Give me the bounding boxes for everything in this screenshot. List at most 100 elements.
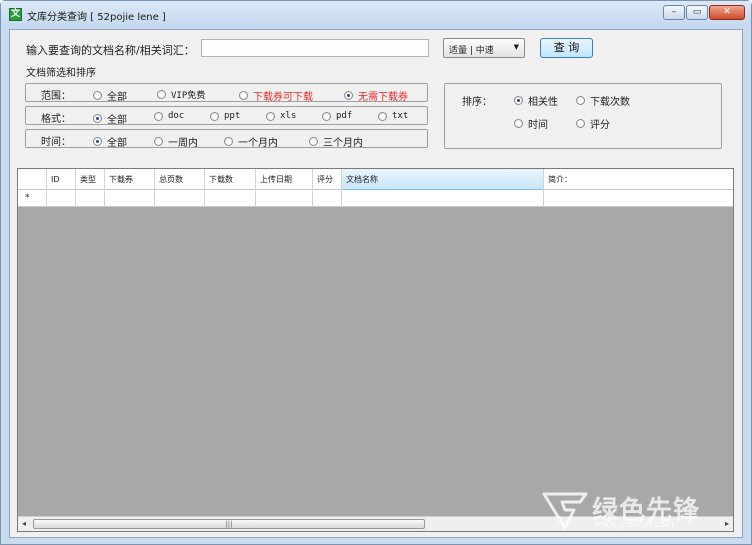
sort-option-label: 相关性 — [528, 97, 558, 108]
range-option-coupon[interactable]: 下载券可下载 — [239, 88, 313, 103]
sort-option-rating[interactable]: 评分 — [576, 116, 610, 131]
format-option-doc[interactable]: doc — [154, 111, 184, 121]
results-grid[interactable]: ID 类型 下载券 总页数 下载数 上传日期 评分 文档名称 简介： * ◂ |… — [17, 168, 734, 532]
radio-icon — [322, 111, 331, 121]
cell-id[interactable] — [47, 190, 76, 207]
column-header-pages[interactable]: 总页数 — [155, 169, 205, 190]
column-header-downloads[interactable]: 下载数 — [205, 169, 256, 190]
column-header-rating[interactable]: 评分 — [313, 169, 342, 190]
time-option-label: 一个月内 — [238, 138, 278, 149]
cell-type[interactable] — [76, 190, 105, 207]
radio-icon — [224, 137, 233, 146]
cell-doc-name[interactable] — [342, 190, 544, 207]
time-option-week[interactable]: 一周内 — [154, 134, 198, 149]
sort-option-label: 评分 — [590, 120, 610, 131]
sort-option-downloads[interactable]: 下载次数 — [576, 93, 630, 108]
format-filter-group: 格式： 全部 doc ppt xls pdf txt — [25, 106, 428, 126]
range-label: 范围： — [41, 91, 71, 102]
time-filter-group: 时间： 全部 一周内 一个月内 三个月内 — [25, 129, 428, 149]
format-option-label: xls — [280, 111, 297, 121]
grid-header: ID 类型 下载券 总页数 下载数 上传日期 评分 文档名称 简介： — [18, 169, 733, 190]
format-option-ppt[interactable]: ppt — [210, 111, 240, 121]
time-option-all[interactable]: 全部 — [93, 134, 127, 149]
minimize-button[interactable]: – — [663, 5, 685, 20]
row-header[interactable]: * — [18, 190, 47, 207]
range-option-vip-free[interactable]: VIP免费 — [157, 88, 205, 101]
title-bar[interactable]: 文 文库分类查询 [ 52pojie lene ] – ▭ ✕ — [1, 1, 751, 28]
format-option-label: pdf — [336, 111, 353, 121]
radio-icon — [576, 119, 585, 128]
sort-option-label: 时间 — [528, 120, 548, 131]
radio-icon — [154, 137, 163, 146]
sort-option-time[interactable]: 时间 — [514, 116, 548, 131]
speed-select[interactable]: 适量 | 中速 ▼ — [443, 38, 525, 58]
row-header-corner[interactable] — [18, 169, 47, 190]
time-option-label: 全部 — [107, 138, 127, 149]
range-filter-group: 范围： 全部 VIP免费 下载券可下载 无需下载券 — [25, 83, 428, 103]
filter-section-title: 文档筛选和排序 — [26, 68, 96, 79]
column-header-type[interactable]: 类型 — [76, 169, 105, 190]
sort-group: 排序： 相关性 下载次数 时间 评分 — [444, 83, 722, 149]
cell-downloads[interactable] — [205, 190, 256, 207]
radio-icon — [210, 111, 219, 121]
column-header-id[interactable]: ID — [47, 169, 76, 190]
range-option-label: VIP免费 — [171, 91, 206, 101]
format-label: 格式： — [41, 114, 71, 125]
table-row[interactable]: * — [18, 190, 733, 207]
radio-icon — [309, 137, 318, 146]
range-option-label: 全部 — [107, 92, 127, 103]
radio-icon — [266, 111, 275, 121]
time-option-label: 三个月内 — [323, 138, 363, 149]
scroll-thumb[interactable]: ||| — [33, 519, 425, 529]
app-window: 文 文库分类查询 [ 52pojie lene ] – ▭ ✕ 输入要查询的文档… — [0, 0, 752, 545]
radio-icon — [344, 91, 353, 100]
scroll-right-icon[interactable]: ▸ — [725, 519, 729, 528]
time-label: 时间： — [41, 137, 71, 148]
format-option-all[interactable]: 全部 — [93, 111, 127, 126]
window-title: 文库分类查询 [ 52pojie lene ] — [27, 12, 166, 23]
range-option-label: 下载券可下载 — [253, 92, 313, 103]
chevron-down-icon: ▼ — [513, 43, 519, 51]
radio-icon — [239, 91, 248, 100]
query-input[interactable] — [201, 39, 429, 57]
column-header-summary[interactable]: 简介： — [544, 169, 733, 190]
range-option-no-coupon[interactable]: 无需下载券 — [344, 88, 408, 103]
time-option-label: 一周内 — [168, 138, 198, 149]
main-panel: 输入要查询的文档名称/相关词汇： 适量 | 中速 ▼ 查 询 文档筛选和排序 范… — [9, 29, 743, 538]
query-button[interactable]: 查 询 — [540, 38, 593, 58]
format-option-label: 全部 — [107, 115, 127, 126]
sort-label: 排序： — [462, 97, 492, 108]
range-option-all[interactable]: 全部 — [93, 88, 127, 103]
speed-select-value: 适量 | 中速 — [449, 46, 494, 56]
column-header-doc-name[interactable]: 文档名称 — [342, 169, 544, 190]
format-option-txt[interactable]: txt — [378, 111, 408, 121]
format-option-label: txt — [392, 111, 409, 121]
cell-upload-date[interactable] — [256, 190, 313, 207]
sort-option-label: 下载次数 — [590, 97, 630, 108]
column-header-coupon[interactable]: 下载券 — [105, 169, 155, 190]
cell-pages[interactable] — [155, 190, 205, 207]
radio-icon — [514, 119, 523, 128]
format-option-label: doc — [168, 111, 185, 121]
maximize-button[interactable]: ▭ — [686, 5, 708, 20]
time-option-three-months[interactable]: 三个月内 — [309, 134, 363, 149]
radio-icon — [157, 90, 166, 99]
column-header-upload-date[interactable]: 上传日期 — [256, 169, 313, 190]
query-label: 输入要查询的文档名称/相关词汇： — [26, 44, 195, 57]
sort-option-relevance[interactable]: 相关性 — [514, 93, 558, 108]
radio-icon — [93, 114, 102, 123]
radio-icon — [93, 137, 102, 146]
format-option-pdf[interactable]: pdf — [322, 111, 352, 121]
radio-icon — [576, 96, 585, 105]
radio-icon — [93, 91, 102, 100]
cell-coupon[interactable] — [105, 190, 155, 207]
format-option-xls[interactable]: xls — [266, 111, 296, 121]
cell-summary[interactable] — [544, 190, 733, 207]
close-button[interactable]: ✕ — [709, 5, 745, 20]
app-icon: 文 — [9, 8, 22, 21]
time-option-month[interactable]: 一个月内 — [224, 134, 278, 149]
radio-icon — [514, 96, 523, 105]
cell-rating[interactable] — [313, 190, 342, 207]
horizontal-scrollbar[interactable]: ◂ ||| ▸ — [18, 516, 733, 531]
scroll-left-icon[interactable]: ◂ — [22, 519, 26, 528]
